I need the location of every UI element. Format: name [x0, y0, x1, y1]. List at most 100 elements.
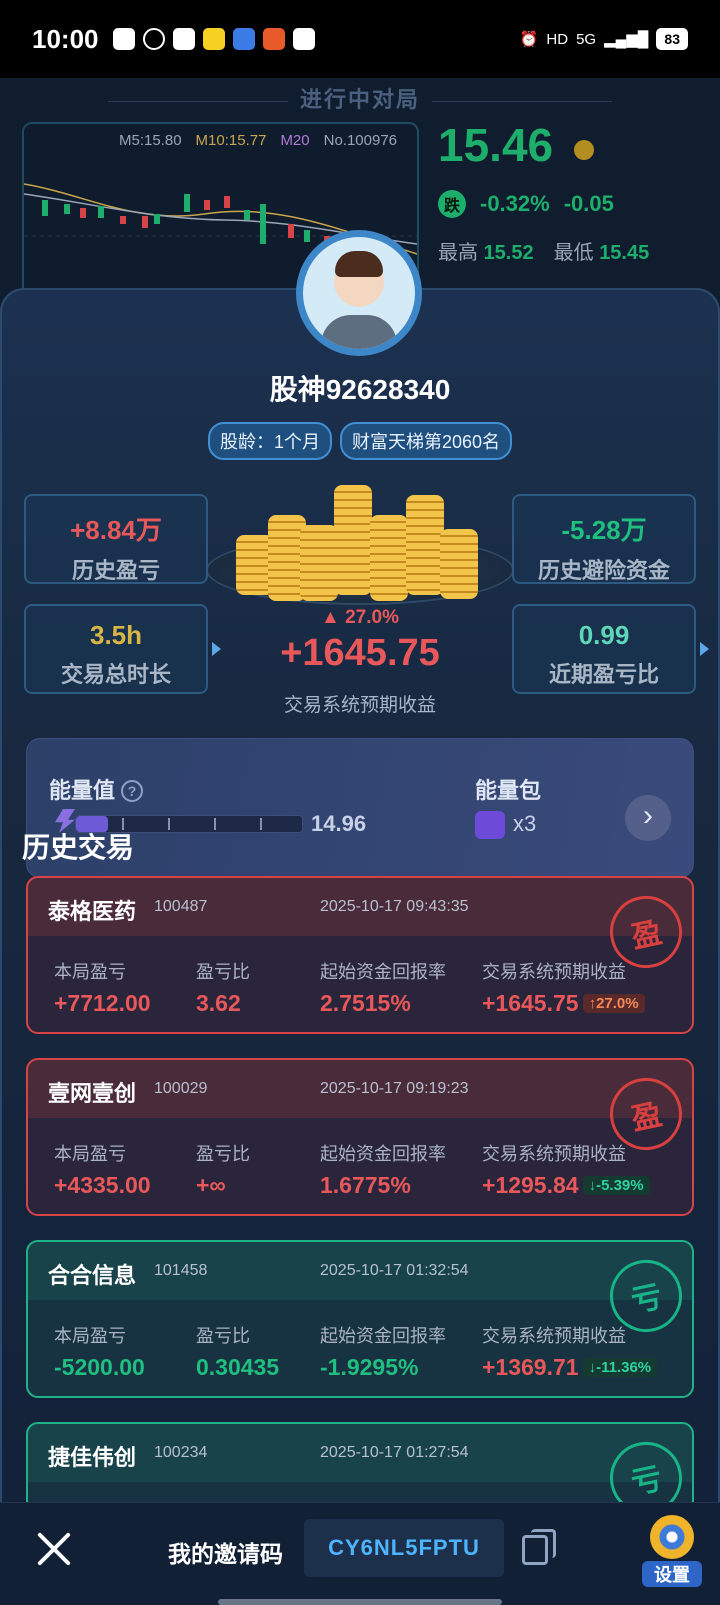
col-expected-label: 交易系统预期收益 [482, 962, 626, 982]
delta-down-badge: ↓-5.39% [582, 1176, 650, 1195]
app-icon [232, 28, 255, 50]
copy-icon[interactable] [522, 1529, 556, 1565]
taobao-icon [292, 28, 315, 50]
col-pnl-label: 本局盈亏 [54, 1326, 126, 1346]
help-icon[interactable]: ? [121, 780, 144, 802]
delta-down-badge: ↓-11.36% [582, 1358, 658, 1377]
low-value: 15.45 [599, 242, 650, 264]
energy-next-button[interactable]: › [625, 795, 671, 841]
energy-pack-count: x3 [513, 811, 537, 836]
price-change: 跌 -0.32% -0.05 [438, 190, 614, 218]
trade-pnl: +4335.00 [54, 1172, 151, 1198]
trade-date: 2025-10-17 09:19:23 [320, 1080, 469, 1097]
change-abs: -0.05 [563, 191, 614, 216]
trade-roi: 1.6775% [320, 1172, 411, 1198]
history-avoid-label: 历史避险资金 [537, 558, 670, 583]
expected-label: 交易系统预期收益 [283, 695, 436, 716]
trade-expected: +1645.75 ↑27.0% [482, 990, 645, 1017]
ma5-label: M5:15.80 [119, 132, 182, 149]
avatar[interactable] [296, 230, 422, 356]
col-roi-label: 起始资金回报率 [320, 1326, 446, 1346]
expected-value: +1645.75 [280, 632, 440, 674]
trade-ratio: +∞ [196, 1172, 226, 1198]
energy-value: 14.96 [311, 811, 367, 836]
play-icon [142, 28, 165, 50]
history-title: 历史交易 [22, 832, 135, 863]
trade-stock-name: 壹网壹创 [48, 1081, 137, 1106]
fall-badge: 跌 [438, 190, 466, 218]
change-pct: -0.32% [480, 191, 550, 216]
stock-code: No.100976 [323, 132, 398, 149]
trade-ratio: 3.62 [196, 990, 241, 1016]
trade-stock-code: 100234 [154, 1444, 208, 1461]
alarm-icon: ⏰ [519, 31, 539, 48]
home-indicator [218, 1599, 502, 1605]
trade-date: 2025-10-17 01:27:54 [320, 1444, 469, 1461]
signal-icon: ▂▄▆█ [604, 31, 649, 48]
app-icon [262, 28, 285, 50]
col-roi-label: 起始资金回报率 [320, 1144, 446, 1164]
expected-change: ▲ 27.0% [321, 607, 399, 628]
col-ratio-label: 盈亏比 [196, 962, 250, 982]
high-label: 最高 [438, 242, 478, 264]
trade-stock-name: 合合信息 [48, 1263, 137, 1288]
trade-stock-code: 100487 [154, 898, 208, 915]
trade-expected: +1295.84 ↓-5.39% [482, 1172, 650, 1199]
tag-stock-age: 股龄：1个月 [207, 422, 332, 460]
expected-change-pct: 27.0% [345, 607, 399, 628]
coins-icon [210, 485, 510, 605]
settings-button[interactable]: 设置 [642, 1515, 702, 1587]
close-icon[interactable] [34, 1529, 74, 1569]
low-label: 最低 [553, 242, 594, 264]
trade-stock-name: 捷佳伟创 [48, 1445, 137, 1470]
price-dot-icon [574, 140, 594, 160]
invite-code[interactable]: CY6NL5FPTU [304, 1519, 504, 1577]
status-bar: 10:00 ⏰ HD 5G ▂▄▆█ 83 [0, 0, 720, 78]
energy-pack-icon [475, 811, 505, 839]
current-price: 15.46 [438, 119, 554, 171]
message-icon [112, 28, 135, 50]
trade-date: 2025-10-17 01:32:54 [320, 1262, 469, 1279]
trade-pnl: -5200.00 [54, 1354, 145, 1380]
col-expected-label: 交易系统预期收益 [482, 1326, 626, 1346]
trade-roi: -1.9295% [320, 1354, 419, 1380]
ongoing-title: 进行中对局 [0, 82, 720, 114]
tag-wealth-rank[interactable]: 财富天梯第2060名 [339, 422, 513, 460]
delta-up-badge: ↑27.0% [582, 994, 645, 1013]
stat-history-avoid: -5.28万 历史避险资金 [512, 494, 696, 584]
ma10-label: M10:15.77 [195, 132, 267, 149]
gear-icon [650, 1515, 694, 1559]
energy-label: 能量值? [49, 773, 144, 805]
trade-roi: 2.7515% [320, 990, 411, 1016]
trade-card[interactable]: 合合信息 101458 2025-10-17 01:32:54 亏 本局盈亏 盈… [26, 1240, 694, 1398]
stat-history-pnl: +8.84万 历史盈亏 [24, 494, 208, 584]
trade-card[interactable]: 泰格医药 100487 2025-10-17 09:43:35 盈 本局盈亏 盈… [26, 876, 694, 1034]
col-roi-label: 起始资金回报率 [320, 962, 446, 982]
battery-icon: 83 [656, 28, 688, 50]
bird-icon [172, 28, 195, 50]
ma20-label: M20 [280, 132, 310, 149]
bottom-bar: 我的邀请码 CY6NL5FPTU 设置 [0, 1502, 720, 1605]
notification-icons [112, 28, 315, 50]
trade-card[interactable]: 壹网壹创 100029 2025-10-17 09:19:23 盈 本局盈亏 盈… [26, 1058, 694, 1216]
trade-stock-code: 101458 [154, 1262, 208, 1279]
energy-pack-label: 能量包 [475, 778, 542, 803]
invite-label: 我的邀请码 [168, 1541, 283, 1567]
hd-icon: HD [546, 30, 569, 48]
app-icon [202, 28, 225, 50]
profile-tags: 股龄：1个月 财富天梯第2060名 [0, 422, 720, 460]
trade-ratio: 0.30435 [196, 1354, 280, 1380]
col-ratio-label: 盈亏比 [196, 1144, 250, 1164]
trade-date: 2025-10-17 09:43:35 [320, 898, 469, 915]
col-pnl-label: 本局盈亏 [54, 1144, 126, 1164]
high-low: 最高 15.52 最低 15.45 [438, 236, 649, 265]
status-time: 10:00 [32, 23, 99, 54]
col-ratio-label: 盈亏比 [196, 1326, 250, 1346]
settings-label: 设置 [642, 1561, 702, 1587]
history-pnl-label: 历史盈亏 [71, 558, 160, 583]
trade-stock-code: 100029 [154, 1080, 208, 1097]
trade-expected: +1369.71 ↓-11.36% [482, 1354, 658, 1381]
col-expected-label: 交易系统预期收益 [482, 1144, 626, 1164]
avatar-image [303, 237, 415, 349]
col-pnl-label: 本局盈亏 [54, 962, 126, 982]
